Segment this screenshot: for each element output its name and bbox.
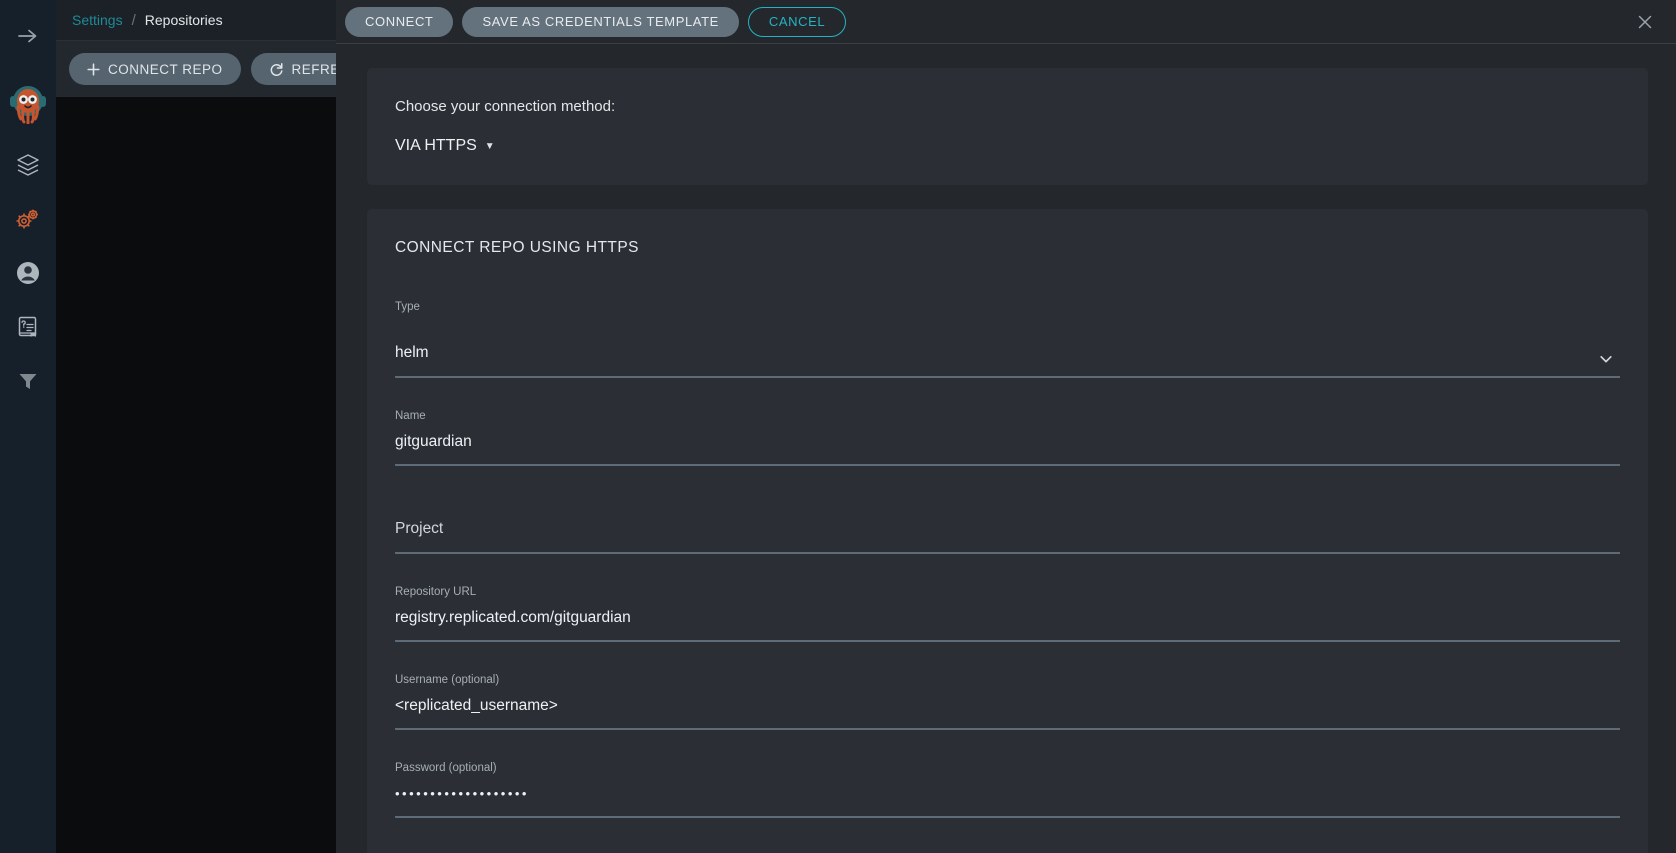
- caret-down-icon: ▼: [484, 140, 495, 152]
- refresh-icon: [270, 62, 283, 76]
- octopus-avatar: [10, 86, 46, 124]
- modal-body: Choose your connection method: VIA HTTPS…: [336, 44, 1676, 853]
- close-modal-button[interactable]: [1632, 9, 1658, 35]
- connect-repo-form-card: CONNECT REPO USING HTTPS Type helm Name …: [367, 209, 1648, 853]
- field-type-value[interactable]: helm: [395, 322, 1620, 378]
- field-username: Username (optional) <replicated_username…: [395, 674, 1620, 730]
- save-credentials-template-button[interactable]: SAVE AS CREDENTIALS TEMPLATE: [462, 6, 739, 37]
- connection-method-prompt: Choose your connection method:: [395, 98, 616, 115]
- funnel-icon: [19, 374, 37, 389]
- field-type: Type helm: [395, 301, 1620, 378]
- connection-method-dropdown[interactable]: VIA HTTPS ▼: [395, 137, 495, 155]
- connection-method-card: Choose your connection method: VIA HTTPS…: [367, 68, 1648, 185]
- field-project-input[interactable]: Project: [395, 498, 1620, 554]
- book-icon: [18, 316, 37, 337]
- close-icon: [1638, 15, 1652, 28]
- account-icon: [17, 262, 39, 284]
- field-repo-name: Name gitguardian: [395, 410, 1620, 466]
- field-password-label: Password (optional): [395, 762, 497, 774]
- sidebar-item-account[interactable]: [8, 254, 48, 292]
- field-password: Password (optional) •••••••••••••••••••: [395, 762, 1620, 818]
- sidebar-item-filter[interactable]: [8, 362, 48, 400]
- gears-icon: [16, 209, 38, 229]
- layers-icon: [17, 154, 39, 176]
- left-nav-rail: [0, 0, 56, 853]
- breadcrumb-repositories: Repositories: [144, 12, 223, 28]
- field-username-label: Username (optional): [395, 674, 500, 686]
- field-repository-url: Repository URL registry.replicated.com/g…: [395, 586, 1620, 642]
- connect-button[interactable]: CONNECT: [345, 6, 454, 37]
- modal-action-bar: CONNECT SAVE AS CREDENTIALS TEMPLATE CAN…: [336, 0, 1676, 44]
- expand-sidebar-button[interactable]: [11, 22, 45, 50]
- sidebar-item-help-docs[interactable]: [8, 308, 48, 346]
- screen: Settings / Repositories CONNECT REPO REF…: [0, 0, 1676, 853]
- connect-repo-label: CONNECT REPO: [108, 61, 223, 77]
- cancel-button[interactable]: CANCEL: [747, 6, 847, 37]
- field-type-label: Type: [395, 301, 420, 313]
- connect-repo-button[interactable]: CONNECT REPO: [69, 53, 241, 85]
- field-repo-name-input[interactable]: gitguardian: [395, 431, 1620, 466]
- avatar[interactable]: [6, 80, 50, 124]
- chevron-down-icon[interactable]: [1598, 351, 1614, 367]
- connect-repo-modal: CONNECT SAVE AS CREDENTIALS TEMPLATE CAN…: [336, 0, 1676, 853]
- field-repository-url-input[interactable]: registry.replicated.com/gitguardian: [395, 607, 1620, 642]
- field-password-input[interactable]: •••••••••••••••••••: [395, 783, 1620, 818]
- arrow-right-icon: [18, 29, 37, 43]
- field-repo-name-label: Name: [395, 410, 426, 422]
- field-username-input[interactable]: <replicated_username>: [395, 695, 1620, 730]
- breadcrumb-settings[interactable]: Settings: [72, 12, 123, 28]
- plus-icon: [87, 62, 100, 76]
- field-project: Project: [395, 498, 1620, 554]
- form-title: CONNECT REPO USING HTTPS: [395, 239, 639, 256]
- connection-method-value: VIA HTTPS: [395, 137, 477, 154]
- field-repository-url-label: Repository URL: [395, 586, 477, 598]
- sidebar-item-layers[interactable]: [8, 146, 48, 184]
- breadcrumb-separator: /: [131, 11, 136, 29]
- sidebar-item-gears[interactable]: [8, 200, 48, 238]
